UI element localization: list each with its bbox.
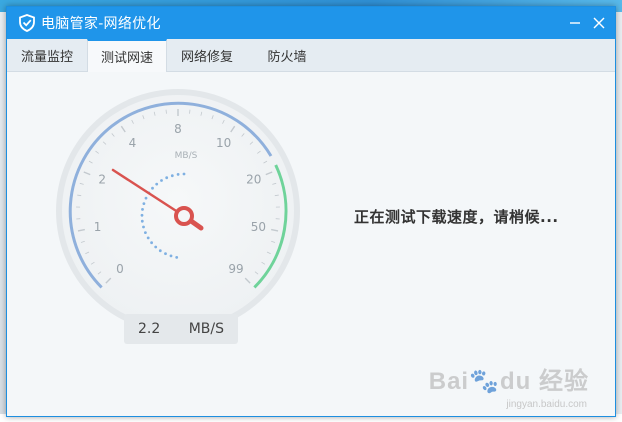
gauge-dot (155, 182, 159, 186)
gauge-label-99: 99 (228, 262, 243, 276)
gauge-label-8: 8 (174, 122, 182, 136)
tab-traffic-monitor[interactable]: 流量监控 (7, 39, 87, 71)
gauge-dot (140, 213, 144, 217)
gauge-dot (158, 249, 162, 253)
tab-bar: 流量监控 测试网速 网络修复 防火墙 (7, 39, 615, 72)
window-title: 电脑管家-网络优化 (41, 16, 161, 32)
gauge-label-1: 1 (94, 220, 102, 234)
gauge-label-2: 2 (98, 173, 106, 187)
speed-test-panel: 0 1 2 4 8 10 20 50 99 MB/S 2.2 MB/S 正在测试… (7, 72, 615, 416)
speed-readout-value: 2.2 (138, 321, 161, 337)
gauge-label-20: 20 (246, 173, 261, 187)
close-icon[interactable] (587, 7, 611, 39)
watermark-url: jingyan.baidu.com (506, 399, 587, 410)
gauge-dot (175, 256, 179, 259)
speed-readout: 2.2 MB/S (124, 314, 238, 344)
gauge-dot (146, 236, 150, 240)
gauge-dot (165, 176, 169, 180)
tab-firewall[interactable]: 防火墙 (247, 39, 327, 71)
status-text: 正在测试下载速度，请梢候... (354, 208, 559, 226)
gauge-dot (151, 186, 154, 190)
shield-logo-icon (17, 13, 37, 33)
gauge-dot (160, 179, 163, 182)
gauge-dot (144, 196, 148, 200)
network-optimizer-window: 电脑管家-网络优化 流量监控 测试网速 网络修复 防火墙 0 1 2 4 8 1… (6, 6, 616, 417)
gauge-unit-label: MB/S (175, 151, 198, 161)
gauge-dot (170, 174, 174, 178)
gauge-label-0: 0 (116, 262, 124, 276)
tab-network-repair[interactable]: 网络修复 (167, 39, 247, 71)
speed-readout-unit: MB/S (188, 321, 224, 337)
gauge-dot (182, 172, 186, 176)
speed-gauge: 0 1 2 4 8 10 20 50 99 MB/S (53, 86, 303, 336)
tab-speed-test[interactable]: 测试网速 (87, 39, 167, 72)
gauge-dot (169, 254, 173, 258)
gauge-dot (154, 245, 158, 249)
gauge-dot (142, 225, 145, 229)
minimize-icon[interactable] (563, 7, 587, 39)
gauge-dot (164, 252, 167, 256)
titlebar[interactable]: 电脑管家-网络优化 (7, 7, 615, 39)
gauge-dot (144, 231, 147, 235)
gauge-label-50: 50 (251, 220, 266, 234)
gauge-dot (176, 173, 180, 176)
gauge-dot (141, 208, 144, 211)
gauge-label-4: 4 (129, 136, 137, 150)
watermark-logo: Bai🐾du 经验 (428, 368, 589, 395)
gauge-dot (142, 202, 146, 205)
gauge-label-10: 10 (216, 136, 231, 150)
gauge-dot (150, 241, 153, 245)
gauge-dot (140, 219, 144, 223)
